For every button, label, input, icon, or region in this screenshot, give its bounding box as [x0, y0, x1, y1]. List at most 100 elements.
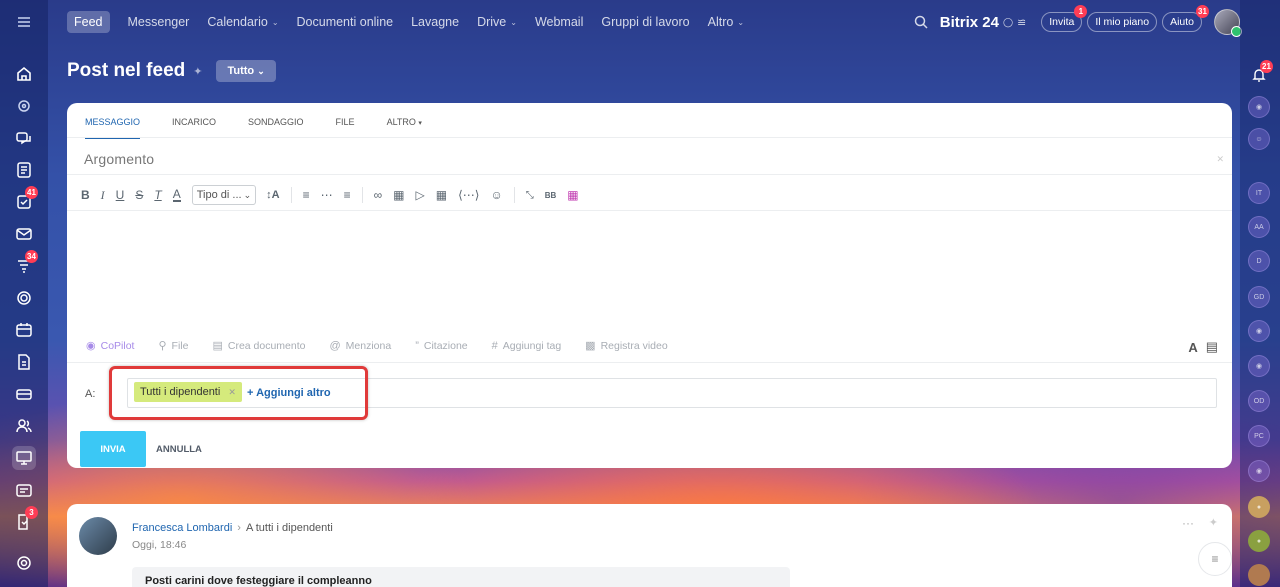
- file-button[interactable]: ⚲ File: [158, 339, 188, 353]
- bitrix-logo[interactable]: Bitrix 24: [940, 14, 999, 31]
- cancel-button[interactable]: ANNULLA: [156, 444, 202, 455]
- quote-button[interactable]: ” Citazione: [415, 340, 467, 352]
- copilot-icon[interactable]: [12, 94, 36, 118]
- bullet-list-icon[interactable]: ⋯: [321, 185, 333, 205]
- nav-feed[interactable]: Feed: [67, 11, 110, 33]
- camera-icon: ▩: [585, 340, 596, 352]
- tab-task[interactable]: INCARICO: [172, 117, 216, 139]
- nav-drive[interactable]: Drive ⌄: [477, 15, 517, 29]
- record-video-button[interactable]: ▩ Registra video: [585, 339, 668, 353]
- mail-icon[interactable]: [12, 222, 36, 246]
- bbcode-icon[interactable]: BB: [545, 185, 557, 205]
- panel-icon[interactable]: ▤: [1206, 339, 1218, 355]
- nav-webmail[interactable]: Webmail: [535, 15, 583, 29]
- numbered-list-icon[interactable]: ≡: [303, 185, 310, 205]
- emoji-icon[interactable]: ☺: [490, 185, 502, 205]
- tab-more[interactable]: ALTRO ▾: [387, 117, 422, 139]
- approvals-icon[interactable]: 3: [12, 506, 38, 534]
- image-icon[interactable]: ▦: [393, 185, 404, 205]
- strikethrough-icon[interactable]: S: [135, 185, 143, 205]
- create-document-button[interactable]: ▤ Crea documento: [212, 339, 305, 353]
- nav-documents-online[interactable]: Documenti online: [297, 15, 394, 29]
- home-icon[interactable]: [12, 62, 36, 86]
- group-chat-icon[interactable]: ●: [1248, 496, 1270, 518]
- copilot-button[interactable]: ◉ CoPilot: [86, 339, 134, 353]
- calendar-icon[interactable]: [12, 318, 36, 342]
- copilot-chat-icon[interactable]: ◉: [1248, 460, 1270, 482]
- settings-gear-icon[interactable]: [12, 551, 36, 575]
- user-avatar[interactable]: [1214, 9, 1242, 37]
- add-tag-button[interactable]: # Aggiungi tag: [492, 340, 562, 352]
- contact-avatar[interactable]: PC: [1248, 425, 1270, 447]
- invite-button[interactable]: Invita 1: [1041, 5, 1088, 32]
- chat-icon[interactable]: [12, 126, 36, 150]
- open-channels-icon[interactable]: ☺: [1248, 128, 1270, 150]
- contact-avatar[interactable]: IT: [1248, 182, 1270, 204]
- drive-icon[interactable]: [12, 382, 36, 406]
- fullscreen-icon[interactable]: ⤡: [526, 185, 534, 205]
- video-icon[interactable]: ▷: [416, 185, 425, 205]
- contact-avatar[interactable]: D: [1248, 250, 1270, 272]
- font-select[interactable]: Tipo di ... ⌄: [191, 185, 257, 205]
- tab-poll[interactable]: SONDAGGIO: [248, 117, 304, 139]
- contact-avatar[interactable]: OD: [1248, 390, 1270, 412]
- copilot-chat-icon[interactable]: ◉: [1248, 96, 1270, 118]
- feed-icon[interactable]: [12, 158, 36, 182]
- nav-messenger[interactable]: Messenger: [128, 15, 190, 29]
- filter-dropdown[interactable]: Tutto ⌄: [216, 60, 276, 82]
- more-options-icon[interactable]: ···: [1182, 516, 1194, 530]
- nav-more[interactable]: Altro ⌄: [708, 15, 744, 29]
- font-size-icon[interactable]: ↕A: [266, 185, 279, 205]
- boards-icon[interactable]: [12, 446, 36, 470]
- tab-file[interactable]: FILE: [336, 117, 355, 139]
- contact-avatar[interactable]: GD: [1248, 286, 1270, 308]
- notifications-bell-icon[interactable]: 21: [1248, 60, 1273, 86]
- topic-input[interactable]: Argomento: [84, 151, 154, 167]
- post-time[interactable]: Oggi, 18:46: [132, 539, 186, 551]
- pin-icon[interactable]: ✦: [1209, 516, 1218, 529]
- filter-feed-icon[interactable]: 34: [12, 250, 38, 278]
- tab-message[interactable]: MESSAGGIO: [85, 117, 141, 139]
- send-button[interactable]: INVIA: [80, 431, 146, 467]
- nav-boards[interactable]: Lavagne: [411, 15, 459, 29]
- my-plan-button[interactable]: Il mio piano: [1087, 12, 1158, 32]
- code-icon[interactable]: ⟨⋯⟩: [458, 185, 479, 205]
- italic-icon[interactable]: I: [101, 185, 105, 205]
- help-button[interactable]: Aiuto 31: [1162, 5, 1209, 32]
- clear-format-icon[interactable]: T: [154, 185, 161, 205]
- contact-avatar[interactable]: AA: [1248, 216, 1270, 238]
- scroll-menu-icon[interactable]: ≡: [1198, 542, 1232, 576]
- link-icon[interactable]: ∞: [374, 185, 383, 205]
- mention-button[interactable]: @ Menziona: [330, 340, 392, 352]
- post-header: Francesca Lombardi › A tutti i dipendenti: [132, 522, 333, 534]
- crm-icon[interactable]: [12, 286, 36, 310]
- ai-image-icon[interactable]: ▦: [567, 185, 578, 205]
- paperclip-icon: ⚲: [158, 340, 167, 352]
- employees-icon[interactable]: [12, 414, 36, 438]
- contact-avatar-photo[interactable]: [1248, 564, 1270, 586]
- nav-calendar[interactable]: Calendario ⌄: [207, 15, 278, 29]
- toggle-icon[interactable]: ≌: [1017, 16, 1026, 29]
- post-recipients[interactable]: A tutti i dipendenti: [246, 522, 333, 534]
- group-chat-icon[interactable]: ●: [1248, 530, 1270, 552]
- align-icon[interactable]: ≡: [344, 185, 351, 205]
- search-icon[interactable]: [914, 15, 928, 29]
- close-icon[interactable]: ✕: [1216, 154, 1224, 165]
- tasks-icon[interactable]: 41: [12, 186, 38, 214]
- chevron-down-icon: ⌄: [257, 66, 265, 76]
- documents-icon[interactable]: [12, 350, 36, 374]
- menu-icon[interactable]: [12, 10, 36, 34]
- author-name[interactable]: Francesca Lombardi: [132, 522, 232, 534]
- pin-icon[interactable]: ✦: [193, 65, 202, 78]
- copilot-chat-icon[interactable]: ◉: [1248, 320, 1270, 342]
- copilot-chat-icon[interactable]: ◉: [1248, 355, 1270, 377]
- table-icon[interactable]: ▦: [436, 185, 447, 205]
- bold-icon[interactable]: B: [81, 185, 90, 205]
- top-navigation: Feed Messenger Calendario ⌄ Documenti onl…: [48, 0, 1242, 44]
- text-color-icon[interactable]: A: [172, 188, 181, 202]
- nav-workgroups[interactable]: Gruppi di lavoro: [601, 15, 689, 29]
- text-format-icon[interactable]: A: [1188, 340, 1197, 355]
- author-avatar[interactable]: [79, 517, 117, 555]
- underline-icon[interactable]: U: [116, 185, 125, 205]
- schedule-icon[interactable]: [12, 478, 36, 502]
